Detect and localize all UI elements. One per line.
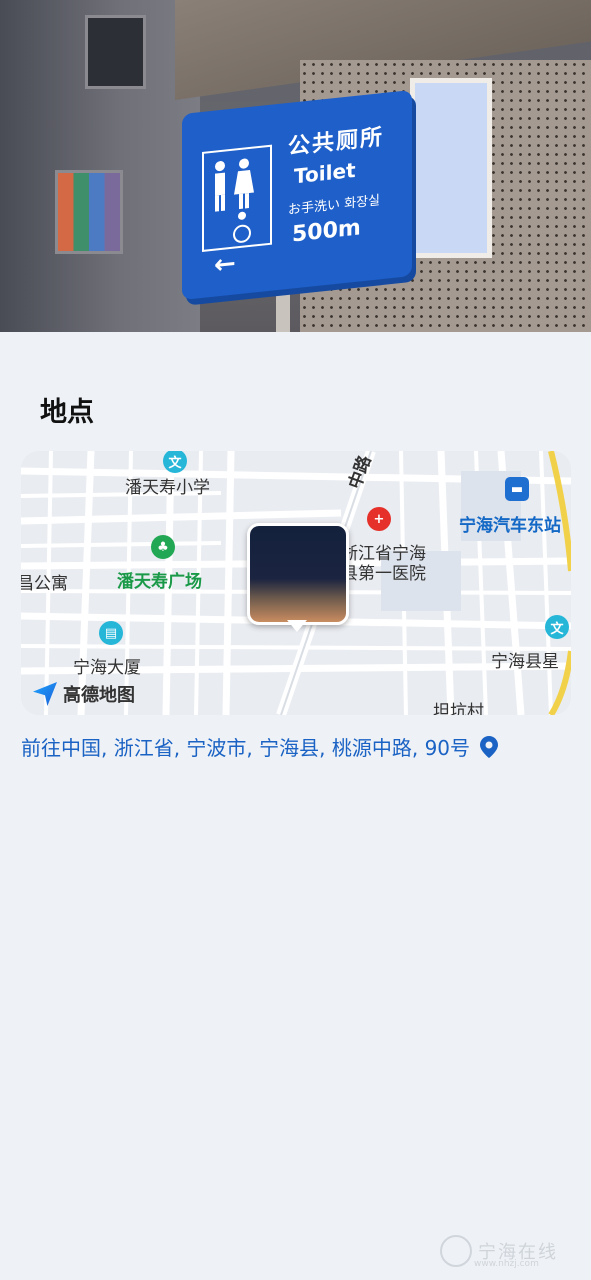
sign-distance: 500m xyxy=(292,215,361,248)
amap-logo-icon xyxy=(33,682,57,706)
address-text[interactable]: 前往中国, 浙江省, 宁波市, 宁海县, 桃源中路, 90号 xyxy=(21,732,470,761)
window xyxy=(55,170,123,254)
watermark-logo-icon xyxy=(440,1235,472,1267)
sign-english: Toilet xyxy=(294,157,356,189)
watermark-url: www.nhzj.com xyxy=(474,1259,539,1269)
restroom-icon xyxy=(202,144,272,252)
section-title: 地点 xyxy=(40,397,94,428)
sign-title: 公共厕所 xyxy=(288,124,385,160)
watermark: 宁海在线 www.nhzj.com xyxy=(440,1235,558,1269)
marker-pointer xyxy=(287,620,307,632)
window xyxy=(85,15,146,89)
map-label-school[interactable]: 潘天寿小学 xyxy=(125,473,210,498)
poi-hospital-icon[interactable]: + xyxy=(367,507,391,531)
location-map[interactable]: 文 潘天寿小学 ♣ 潘天寿广场 昌公寓 + 浙江省宁海 县第一医院 ▬ 宁海汽车… xyxy=(21,451,571,715)
map-logo-text: 高德地图 xyxy=(63,685,135,706)
poi-bus-station-icon[interactable]: ▬ xyxy=(505,477,529,501)
map-provider-logo: 高德地图 xyxy=(33,681,135,707)
map-label-county[interactable]: 宁海县星 xyxy=(491,647,559,672)
location-pin-icon[interactable] xyxy=(480,735,499,758)
toilet-sign: 公共厕所 Toilet お手洗い 화장실 500m ← xyxy=(182,89,412,301)
map-label-village[interactable]: 坦坑村 xyxy=(433,697,484,715)
map-label-apartment[interactable]: 昌公寓 xyxy=(21,569,68,594)
address-link[interactable]: 前往中国, 浙江省, 宁波市, 宁海县, 桃源中路, 90号 xyxy=(21,732,499,761)
poi-building-icon[interactable]: ▤ xyxy=(99,621,123,645)
photo-thumbnail-marker[interactable] xyxy=(247,523,349,625)
sign-subtitle: お手洗い 화장실 xyxy=(288,193,381,218)
map-label-hospital-2[interactable]: 县第一医院 xyxy=(341,559,426,584)
window xyxy=(410,78,492,258)
arrow-left-icon: ← xyxy=(214,248,236,281)
poi-park-icon[interactable]: ♣ xyxy=(151,535,175,559)
map-label-station[interactable]: 宁海汽车东站 xyxy=(459,511,561,536)
map-label-tower[interactable]: 宁海大厦 xyxy=(73,653,141,678)
poi-school-icon[interactable]: 文 xyxy=(545,615,569,639)
header-photo: 公共厕所 Toilet お手洗い 화장실 500m ← xyxy=(0,0,591,332)
map-label-plaza[interactable]: 潘天寿广场 xyxy=(117,567,202,592)
